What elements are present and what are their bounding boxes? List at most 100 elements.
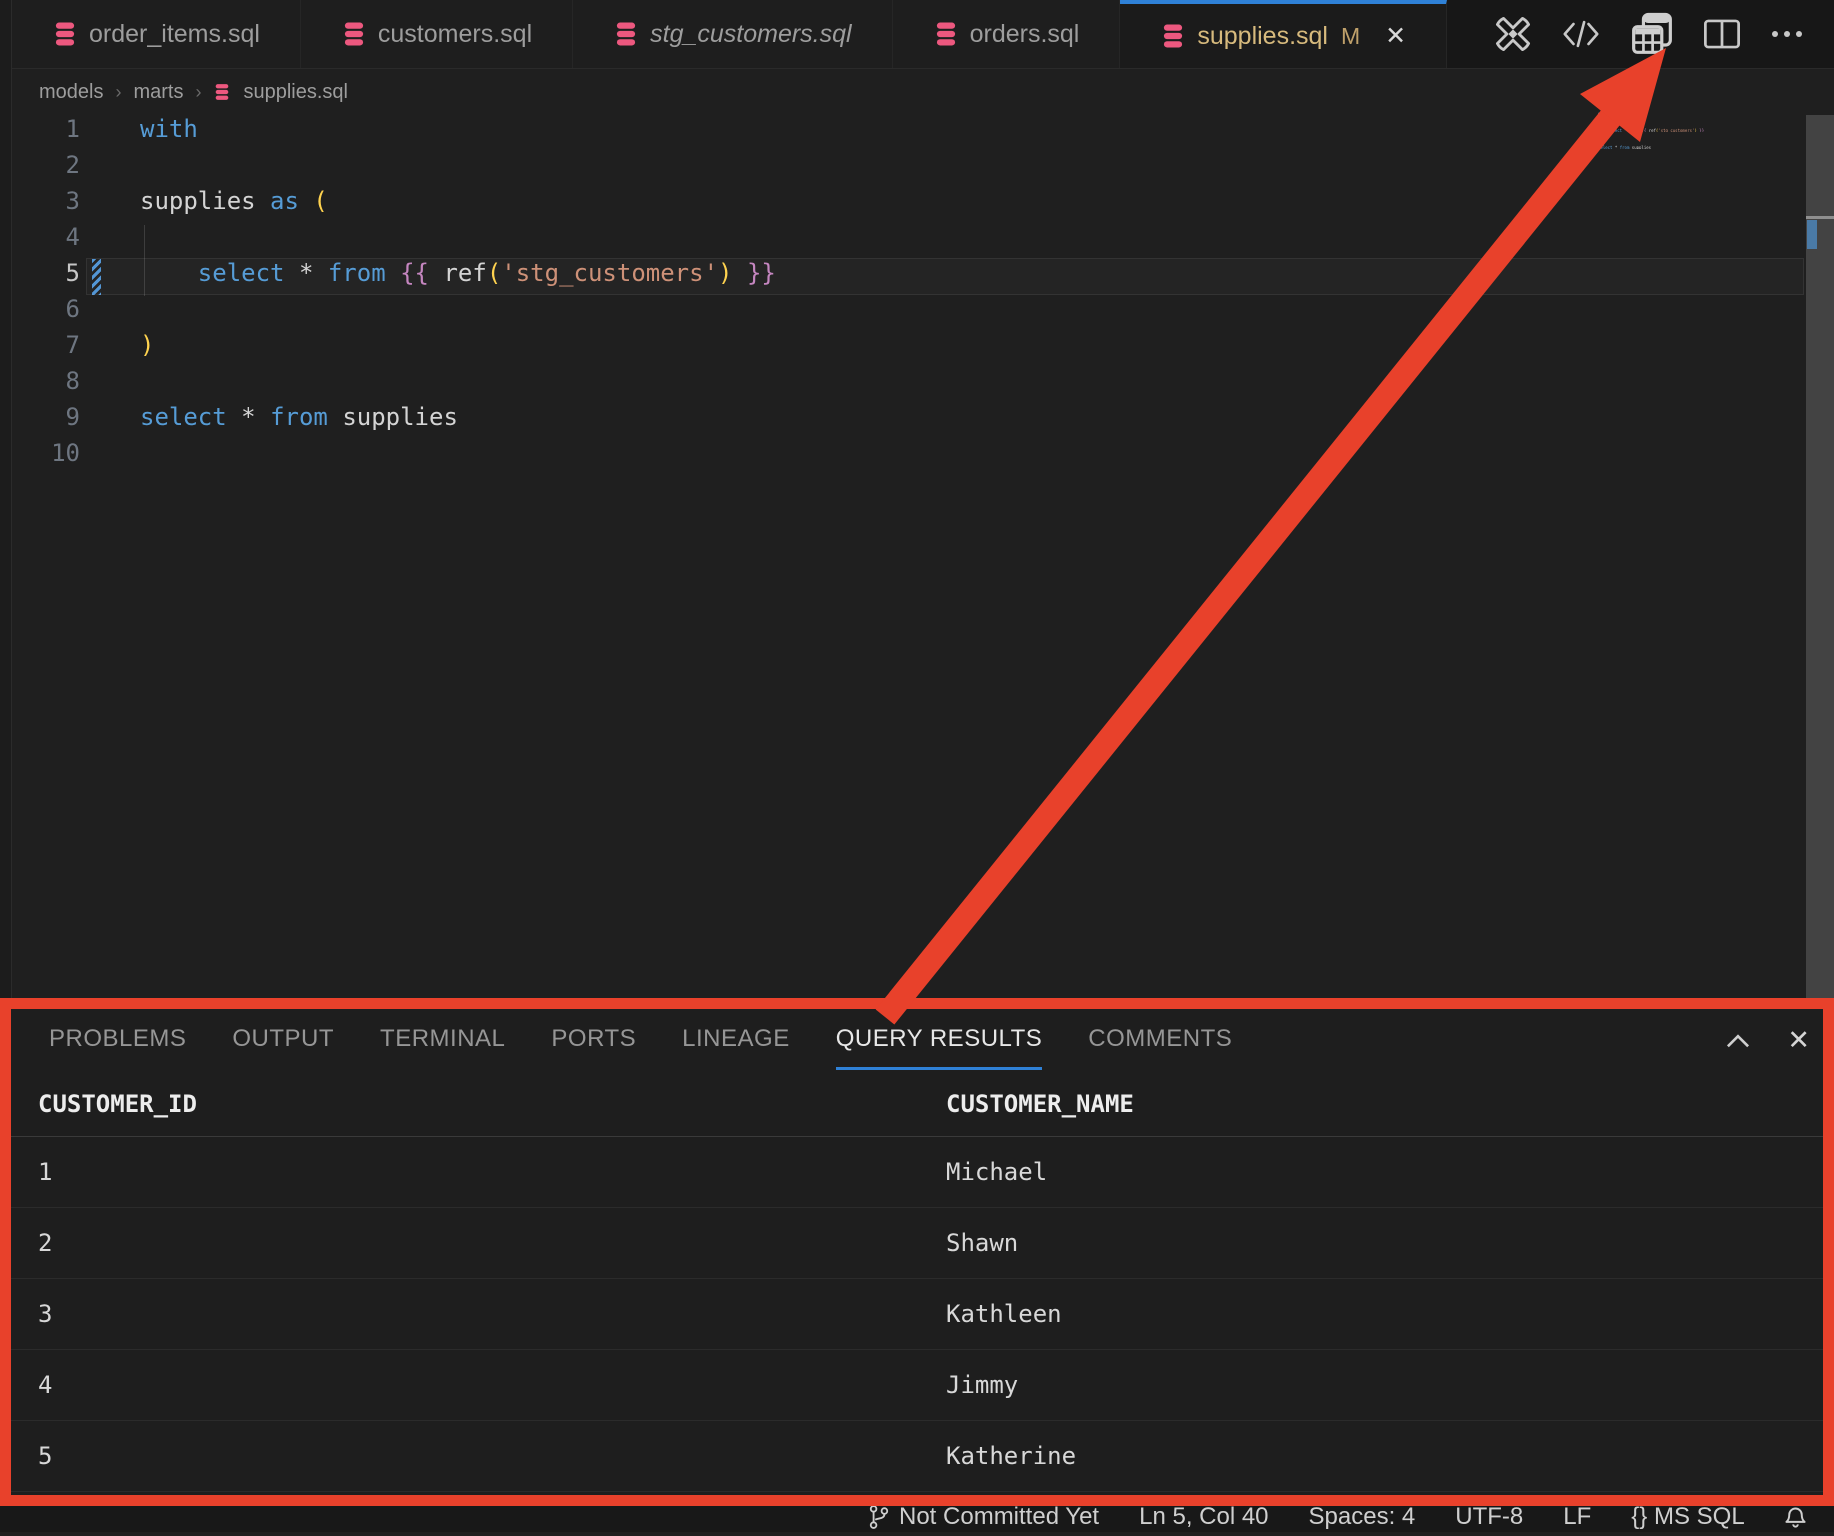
status-item[interactable]: LF (1563, 1503, 1591, 1531)
panel-tab-problems[interactable]: PROBLEMS (49, 1010, 186, 1070)
status-item[interactable]: {} MS SQL (1631, 1503, 1744, 1531)
line-number: 10 (0, 439, 80, 475)
line-number: 2 (0, 151, 80, 187)
status-item[interactable]: Spaces: 4 (1309, 1503, 1416, 1531)
tab-customers.sql[interactable]: customers.sql (301, 0, 573, 68)
code-editor[interactable]: 12345678910 withsupplies as ( select * f… (0, 115, 1834, 998)
status-item[interactable]: UTF-8 (1455, 1503, 1523, 1531)
line-number: 3 (0, 187, 80, 223)
table-row: 1Michael (0, 1137, 1834, 1208)
minimap-line (1598, 149, 1718, 153)
tab-label: orders.sql (970, 20, 1080, 49)
editor-actions (1494, 0, 1834, 68)
panel-close-icon[interactable]: ✕ (1787, 1025, 1810, 1056)
split-editor-icon[interactable] (1703, 17, 1741, 51)
panel-actions: ✕ (1725, 1010, 1810, 1070)
code-line[interactable]: with (140, 115, 776, 151)
status-items: Ln 5, Col 40 Spaces: 4 UTF-8 LF {} MS SQL (1139, 1503, 1745, 1531)
tabs-container: order_items.sql customers.sql stg_customer… (12, 0, 1447, 68)
breadcrumb-separator: › (115, 82, 121, 103)
table-cell: Jimmy (946, 1371, 1834, 1399)
code-line[interactable] (140, 151, 776, 187)
status-bar: Not Committed Yet Ln 5, Col 40 Spaces: 4 U… (0, 1502, 1834, 1532)
code-line[interactable] (140, 439, 776, 475)
tab-supplies.sql[interactable]: supplies.sql M ✕ (1120, 0, 1447, 68)
chevron-up-icon[interactable] (1725, 1033, 1751, 1048)
tab-label: stg_customers.sql (650, 20, 851, 49)
table-cell: 1 (38, 1158, 946, 1186)
table-cell: Kathleen (946, 1300, 1834, 1328)
line-number: 1 (0, 115, 80, 151)
table-row: 2Shawn (0, 1208, 1834, 1279)
table-cell: Michael (946, 1158, 1834, 1186)
more-actions-icon[interactable] (1770, 29, 1804, 39)
code-line[interactable] (140, 295, 776, 331)
sidebar-edge (0, 0, 12, 998)
compiled-code-icon[interactable] (1561, 19, 1601, 49)
table-cell: 5 (38, 1442, 946, 1470)
minimap-line: select * from {{ ref('stg_customers') }} (1598, 128, 1718, 132)
line-number: 4 (0, 223, 80, 259)
overview-cursor-marker (1806, 216, 1834, 219)
git-status-item[interactable]: Not Committed Yet (868, 1503, 1099, 1531)
git-branch-icon (868, 1504, 890, 1530)
dbt-power-user-icon[interactable] (1494, 15, 1532, 53)
tab-stg_customers.sql[interactable]: stg_customers.sql (573, 0, 892, 68)
table-cell: Shawn (946, 1229, 1834, 1257)
table-cell: 3 (38, 1300, 946, 1328)
git-status-label: Not Committed Yet (899, 1503, 1099, 1531)
overview-modified-marker (1807, 220, 1817, 249)
tab-order_items.sql[interactable]: order_items.sql (12, 0, 301, 68)
vertical-scrollbar[interactable] (1806, 115, 1834, 998)
breadcrumb-file[interactable]: supplies.sql (243, 81, 348, 104)
tab-orders.sql[interactable]: orders.sql (893, 0, 1121, 68)
git-modified-badge: M (1341, 23, 1360, 50)
table-row: 5Katherine (0, 1421, 1834, 1492)
line-number: 6 (0, 295, 80, 331)
query-results-icon[interactable] (1630, 12, 1674, 56)
database-icon (341, 21, 367, 47)
breadcrumb-separator: › (195, 82, 201, 103)
breadcrumb[interactable]: models › marts › supplies.sql (12, 69, 1834, 115)
database-icon (52, 21, 78, 47)
tab-close-icon[interactable]: ✕ (1385, 21, 1406, 51)
tab-label: order_items.sql (89, 20, 260, 49)
status-item[interactable]: Ln 5, Col 40 (1139, 1503, 1268, 1531)
panel-tab-output[interactable]: OUTPUT (232, 1010, 334, 1070)
minimap-modified-marker (1589, 127, 1595, 132)
database-icon (213, 83, 231, 101)
code-content[interactable]: with supplies as ( select * from {{ ref('… (140, 115, 776, 475)
panel-tab-comments[interactable]: COMMENTS (1088, 1010, 1232, 1070)
database-icon (1160, 23, 1186, 49)
panel-tab-ports[interactable]: PORTS (551, 1010, 636, 1070)
breadcrumb-item[interactable]: models (39, 81, 103, 104)
table-header-row: CUSTOMER_IDCUSTOMER_NAME (0, 1072, 1834, 1137)
bell-icon[interactable] (1783, 1505, 1808, 1536)
line-number-gutter: 12345678910 (0, 115, 80, 475)
line-number: 5 (0, 259, 80, 295)
panel-tab-bar: PROBLEMS OUTPUT TERMINAL PORTS LINEAGE QUERY … (0, 1010, 1834, 1070)
code-line[interactable] (140, 367, 776, 403)
line-number: 8 (0, 367, 80, 403)
minimap[interactable]: withsupplies as ( select * from {{ ref('… (1598, 111, 1718, 153)
code-line[interactable]: supplies as ( (140, 187, 776, 223)
code-line[interactable]: ) (140, 331, 776, 367)
panel-tab-lineage[interactable]: LINEAGE (682, 1010, 790, 1070)
table-cell: 2 (38, 1229, 946, 1257)
breadcrumb-item[interactable]: marts (133, 81, 183, 104)
table-row: 3Kathleen (0, 1279, 1834, 1350)
panel-tab-terminal[interactable]: TERMINAL (380, 1010, 505, 1070)
panel-tab-query-results[interactable]: QUERY RESULTS (836, 1010, 1043, 1070)
table-cell: Katherine (946, 1442, 1834, 1470)
code-line[interactable] (140, 223, 776, 259)
editor-tab-bar: order_items.sql customers.sql stg_customer… (12, 0, 1834, 69)
tab-label: customers.sql (378, 20, 532, 49)
code-line[interactable]: select * from {{ ref('stg_customers') }} (140, 259, 776, 295)
column-header: CUSTOMER_NAME (946, 1090, 1834, 1118)
code-line[interactable]: select * from supplies (140, 403, 776, 439)
table-row: 4Jimmy (0, 1350, 1834, 1421)
database-icon (933, 21, 959, 47)
line-number: 9 (0, 403, 80, 439)
column-header: CUSTOMER_ID (38, 1090, 946, 1118)
tab-label: supplies.sql (1197, 22, 1328, 51)
